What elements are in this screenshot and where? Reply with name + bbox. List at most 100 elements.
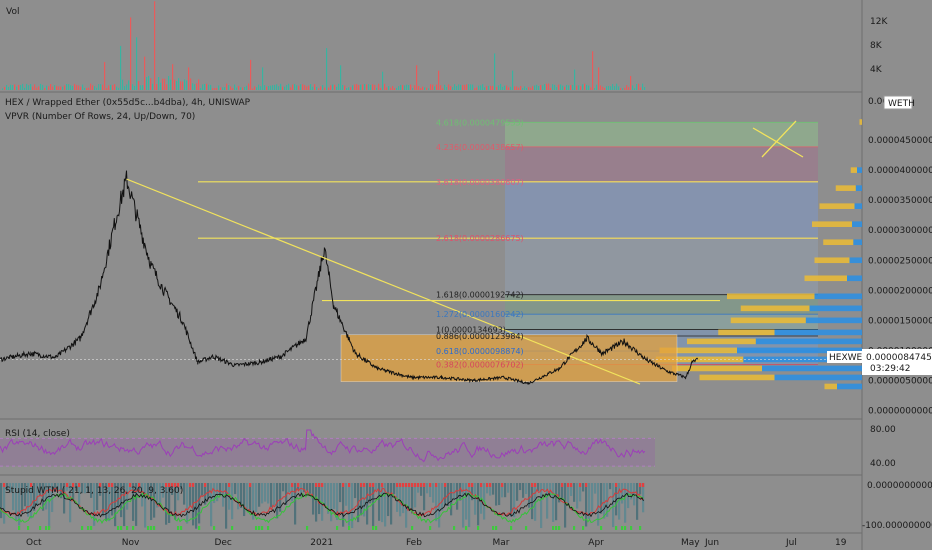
volume-bar [626, 85, 628, 90]
volume-bar [392, 86, 394, 90]
stupid-wtm-bar [186, 483, 189, 524]
volume-bar [292, 84, 294, 90]
volume-bar [432, 84, 434, 90]
fib-band [505, 146, 818, 182]
stupid-wtm-bar [504, 483, 507, 498]
volume-bar [436, 84, 438, 90]
volume-bar [504, 85, 506, 90]
stupid-wtm-bar [465, 483, 468, 520]
stupid-wtm-bar [441, 483, 444, 511]
volume-bar [152, 83, 154, 90]
volume-bar [214, 87, 216, 90]
volume-bar [376, 87, 378, 90]
volume-bar [628, 87, 630, 90]
volume-tick-8k: 8K [870, 41, 883, 51]
volume-bar [410, 84, 412, 90]
volume-bar [42, 84, 44, 90]
volume-bar [18, 85, 20, 90]
volume-bar [270, 85, 272, 90]
volume-bar [400, 84, 402, 90]
volume-bar [102, 84, 104, 90]
volume-bar [476, 87, 478, 90]
stupid-wtm-bar [333, 483, 336, 509]
volume-bar [262, 67, 264, 90]
vp-row-up [849, 257, 862, 264]
vp-row-up [855, 185, 862, 191]
stupid-wtm-bar [435, 483, 438, 522]
time-tick: Jul [785, 538, 797, 548]
volume-bar [440, 85, 442, 90]
volume-bar [120, 45, 122, 90]
stupid-wtm-bar [450, 483, 453, 516]
volume-bar [556, 87, 558, 90]
volume-bar [132, 84, 134, 90]
last-price-value: 0.0000084745 [866, 353, 932, 363]
stupid-wtm-signal [402, 483, 405, 487]
volume-bar [290, 87, 292, 90]
volume-bar [208, 84, 210, 90]
stupid-wtm-bar [237, 483, 240, 510]
stupid-wtm-signal [510, 526, 513, 530]
volume-bar [616, 83, 618, 90]
stupid-wtm-signal [495, 526, 498, 530]
vp-row-up [847, 275, 862, 282]
stupid-wtm-bar [636, 483, 639, 520]
chart-canvas[interactable]: Vol 12K 8K 4K 4.618(0.0000479533) 4.236(0… [0, 0, 932, 550]
volume-bar [318, 88, 320, 90]
stupid-wtm-bar [234, 483, 237, 495]
volume-bar [398, 86, 400, 90]
volume-bar [562, 85, 564, 90]
volume-bar [298, 85, 300, 90]
stupid-wtm-signal [639, 483, 642, 487]
volume-bar [30, 83, 32, 90]
volume-bar [192, 83, 194, 90]
stupid-wtm-signal [369, 483, 372, 487]
volume-bar [194, 84, 196, 90]
volume-bar [580, 86, 582, 90]
vp-row-up [809, 305, 862, 312]
stupid-wtm-signal [429, 526, 432, 530]
stupid-wtm-bar [477, 483, 480, 526]
stupid-wtm-bar [618, 483, 621, 520]
stupid-wtm-signal [375, 526, 378, 530]
volume-bar [180, 81, 182, 90]
stupid-wtm-signal [621, 526, 624, 530]
volume-bar [466, 84, 468, 90]
time-tick: Dec [214, 538, 231, 548]
price-tick: 0.0000250000 [868, 256, 932, 266]
volume-bar [284, 86, 286, 90]
volume-bar [94, 86, 96, 90]
volume-bar [314, 84, 316, 90]
stupid-wtm-bar [246, 483, 249, 511]
volume-bar [498, 85, 500, 90]
stupid-wtm-bar [183, 483, 186, 505]
volume-bar [632, 85, 634, 90]
vp-row-down [859, 119, 862, 125]
volume-bar [540, 85, 542, 90]
fib-extension-zone[interactable] [505, 121, 818, 365]
volume-bar [80, 86, 82, 90]
volume-bar [508, 87, 510, 90]
volume-bar [492, 85, 494, 90]
volume-bar [486, 86, 488, 90]
vp-row-down [672, 365, 762, 372]
stupid-wtm-signal [315, 483, 318, 487]
volume-bar [420, 88, 422, 90]
price-tick: 0.0000000000 [868, 407, 932, 417]
volume-bar [10, 84, 12, 90]
volume-bar [342, 84, 344, 90]
volume-bar [218, 85, 220, 90]
volume-bar [316, 86, 318, 90]
volume-bar [356, 84, 358, 90]
volume-bar [352, 85, 354, 90]
stupid-wtm-bar [0, 483, 3, 519]
vp-row-up [852, 221, 862, 227]
stupid-wtm-bar [243, 483, 246, 517]
stupid-wtm-signal [126, 526, 129, 530]
volume-bar [54, 85, 56, 90]
stupid-wtm-bar [198, 483, 201, 524]
volume-bar [190, 78, 192, 90]
volume-bar [72, 85, 74, 90]
volume-bar [570, 85, 572, 90]
volume-bar [86, 88, 88, 90]
